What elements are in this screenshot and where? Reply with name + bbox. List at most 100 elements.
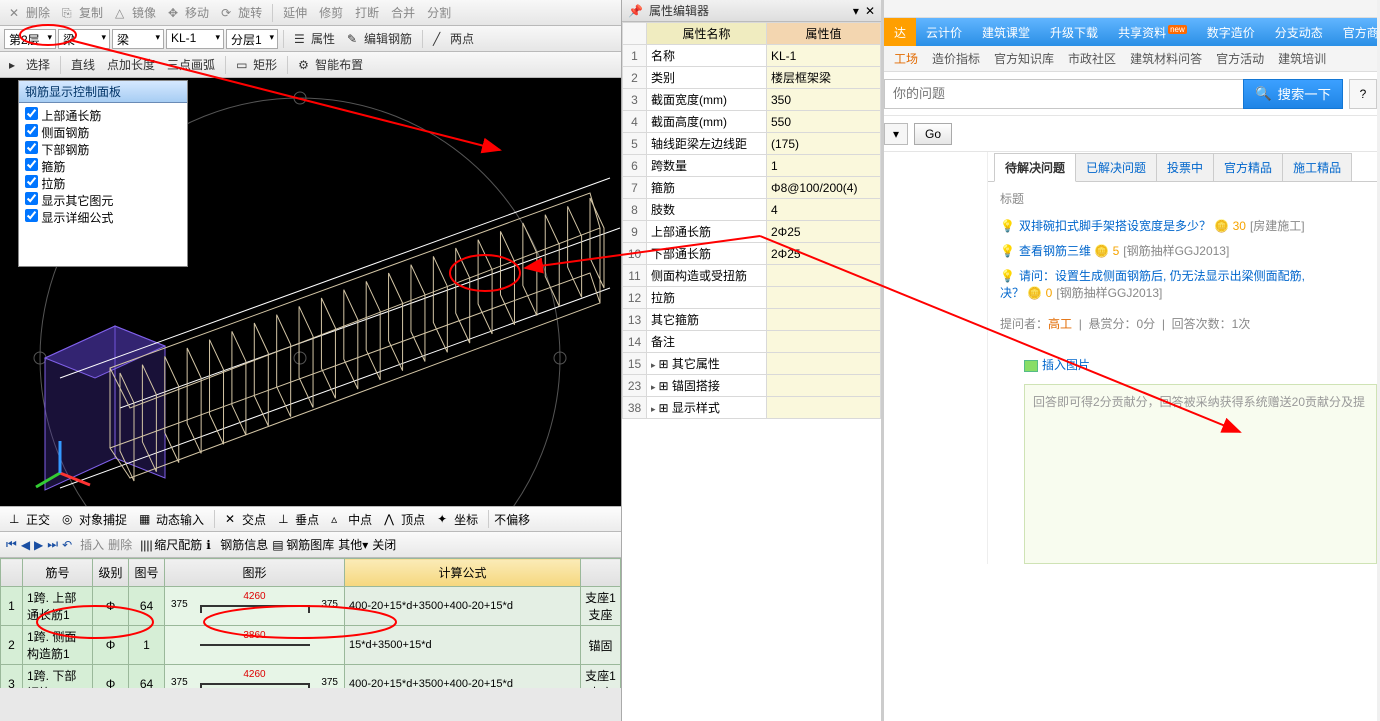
btn-other[interactable]: 其他▾ (338, 536, 368, 553)
tab-da[interactable]: 达 (884, 18, 916, 46)
subnav-workshop[interactable]: 工场 (894, 50, 918, 67)
btn-osnap[interactable]: ◎对象捕捉 (57, 508, 132, 531)
close-icon[interactable]: ✕ (865, 4, 875, 18)
btn-arc3[interactable]: 三点画弧 (162, 53, 220, 76)
btn-twopoint[interactable]: ╱两点 (428, 27, 479, 50)
rebar-display-item[interactable]: 箍筋 (25, 158, 181, 175)
prop-row[interactable]: 7箍筋Φ8@100/200(4) (623, 177, 881, 199)
tab-digital[interactable]: 数字造价 (1197, 18, 1265, 46)
tab-news[interactable]: 分支动态 (1265, 18, 1333, 46)
prop-row[interactable]: 10下部通长筋2Φ25 (623, 243, 881, 265)
btn-delete[interactable]: ✕删除 (4, 1, 55, 24)
prop-row[interactable]: 6跨数量1 (623, 155, 881, 177)
prop-row[interactable]: 3截面宽度(mm)350 (623, 89, 881, 111)
rebar-row[interactable]: 11跨. 上部通长筋1Φ643754260375400-20+15*d+3500… (1, 587, 621, 626)
subnav-kb[interactable]: 官方知识库 (994, 50, 1054, 67)
prop-row[interactable]: 11侧面构造或受扭筋 (623, 265, 881, 287)
btn-smart-layout[interactable]: ⚙智能布置 (293, 53, 368, 76)
btn-break[interactable]: 打断 (350, 1, 384, 24)
prop-row[interactable]: 2类别楼层框架梁 (623, 67, 881, 89)
filter-dropdown[interactable]: ▾ (884, 123, 908, 145)
btn-point-length[interactable]: 点加长度 (102, 53, 160, 76)
btn-edit-rebar[interactable]: ✎编辑钢筋 (342, 27, 417, 50)
col-note[interactable] (581, 559, 621, 587)
col-diag[interactable]: 图号 (129, 559, 165, 587)
qtab-solved[interactable]: 已解决问题 (1075, 153, 1157, 181)
btn-mirror[interactable]: △镜像 (110, 1, 161, 24)
btn-coord[interactable]: ✦坐标 (432, 508, 483, 531)
insert-picture[interactable]: 插入图片 (1024, 356, 1377, 380)
rebar-display-item[interactable]: 侧面钢筋 (25, 124, 181, 141)
layer-combo[interactable]: 分层1 (226, 29, 278, 49)
btn-perp[interactable]: ⊥垂点 (273, 508, 324, 531)
subnav-muni[interactable]: 市政社区 (1068, 50, 1116, 67)
nav-next[interactable]: ▶ (34, 538, 43, 552)
btn-split[interactable]: 分割 (422, 1, 456, 24)
qtab-pending[interactable]: 待解决问题 (994, 153, 1076, 182)
question-item[interactable]: 💡查看钢筋三维 🪙 5[钢筋抽样GGJ2013] (1000, 238, 1365, 263)
btn-close-panel[interactable]: 关闭 (372, 536, 396, 553)
subnav-matqa[interactable]: 建筑材料问答 (1130, 50, 1202, 67)
col-formula[interactable]: 计算公式 (345, 559, 581, 587)
cat2-combo[interactable]: 梁 (112, 29, 164, 49)
btn-scale-rebar[interactable]: ||||缩尺配筋 (140, 536, 202, 553)
btn-insert-row[interactable]: 插入 (80, 536, 104, 553)
filter-go[interactable]: Go (914, 123, 952, 145)
prop-row[interactable]: 1名称KL-1 (623, 45, 881, 67)
rebar-row[interactable]: 31跨. 下部钢筋1Φ643754260375400-20+15*d+3500+… (1, 665, 621, 689)
nav-first[interactable]: ⏮ (6, 537, 17, 552)
prop-row[interactable]: 15⊞ 其它属性 (623, 353, 881, 375)
btn-rotate[interactable]: ⟳旋转 (216, 1, 267, 24)
prop-row[interactable]: 5轴线距梁左边线距(175) (623, 133, 881, 155)
tab-upgrade[interactable]: 升级下载 (1040, 18, 1108, 46)
subnav-act[interactable]: 官方活动 (1216, 50, 1264, 67)
rebar-display-panel[interactable]: 钢筋显示控制面板 上部通长筋 侧面钢筋 下部钢筋 箍筋 拉筋 显示其它图元 显示… (18, 80, 188, 267)
viewport-3d[interactable]: 钢筋显示控制面板 上部通长筋 侧面钢筋 下部钢筋 箍筋 拉筋 显示其它图元 显示… (0, 78, 621, 506)
qtab-featured[interactable]: 官方精品 (1213, 153, 1283, 181)
btn-rebar-lib[interactable]: ▤钢筋图库 (272, 536, 334, 553)
qtab-voting[interactable]: 投票中 (1156, 153, 1214, 181)
subnav-costidx[interactable]: 造价指标 (932, 50, 980, 67)
floor-combo[interactable]: 第2层 (4, 29, 56, 49)
tab-share[interactable]: 共享资料 (1108, 18, 1197, 46)
btn-apex[interactable]: ⋀顶点 (379, 508, 430, 531)
rebar-row[interactable]: 21跨. 侧面构造筋1Φ1386015*d+3500+15*d锚固 (1, 626, 621, 665)
pin-icon[interactable]: 📌 (628, 4, 643, 18)
btn-merge[interactable]: 合并 (386, 1, 420, 24)
prop-row[interactable]: 12拉筋 (623, 287, 881, 309)
prop-row[interactable]: 13其它箍筋 (623, 309, 881, 331)
btn-trim[interactable]: 修剪 (314, 1, 348, 24)
rebar-display-item[interactable]: 显示其它图元 (25, 192, 181, 209)
btn-extend[interactable]: 延伸 (278, 1, 312, 24)
tab-mall[interactable]: 官方商城 (1333, 18, 1377, 46)
btn-dyn[interactable]: ▦动态输入 (134, 508, 209, 531)
search-input[interactable] (884, 79, 1243, 109)
btn-copy[interactable]: ⎘复制 (57, 1, 108, 24)
rebar-display-item[interactable]: 上部通长筋 (25, 107, 181, 124)
subnav-train[interactable]: 建筑培训 (1278, 50, 1326, 67)
offset-combo[interactable]: 不偏移 (494, 511, 554, 528)
nav-last[interactable]: ⏭ (47, 537, 58, 552)
btn-select[interactable]: ▸选择 (4, 53, 55, 76)
question-item[interactable]: 💡请问：设置生成侧面钢筋后, 仍无法显示出梁侧面配筋,决？ 🪙 0[钢筋抽样GG… (1000, 263, 1365, 305)
col-num[interactable]: 筋号 (23, 559, 93, 587)
search-help[interactable]: ? (1349, 79, 1377, 109)
btn-property[interactable]: ☰属性 (289, 27, 340, 50)
btn-mid[interactable]: ▵中点 (326, 508, 377, 531)
rebar-display-item[interactable]: 显示详细公式 (25, 209, 181, 226)
answer-textarea[interactable]: 回答即可得2分贡献分，回答被采纳获得系统赠送20贡献分及提 (1024, 384, 1377, 564)
btn-line[interactable]: 直线 (66, 53, 100, 76)
qtab-build[interactable]: 施工精品 (1282, 153, 1352, 181)
prop-row[interactable]: 8肢数4 (623, 199, 881, 221)
prop-row[interactable]: 38⊞ 显示样式 (623, 397, 881, 419)
cat1-combo[interactable]: 梁 (58, 29, 110, 49)
prop-row[interactable]: 14备注 (623, 331, 881, 353)
rebar-display-item[interactable]: 下部钢筋 (25, 141, 181, 158)
rebar-table-wrap[interactable]: 筋号 级别 图号 图形 计算公式 11跨. 上部通长筋1Φ64375426037… (0, 558, 621, 688)
nav-stepback[interactable]: ↶ (62, 538, 72, 552)
dropdown-icon[interactable]: ▾ (853, 4, 859, 18)
btn-intersect[interactable]: ✕交点 (220, 508, 271, 531)
tab-cloud[interactable]: 云计价 (916, 18, 972, 46)
property-grid[interactable]: 属性名称 属性值 1名称KL-12类别楼层框架梁3截面宽度(mm)3504截面高… (622, 22, 881, 419)
prop-row[interactable]: 4截面高度(mm)550 (623, 111, 881, 133)
